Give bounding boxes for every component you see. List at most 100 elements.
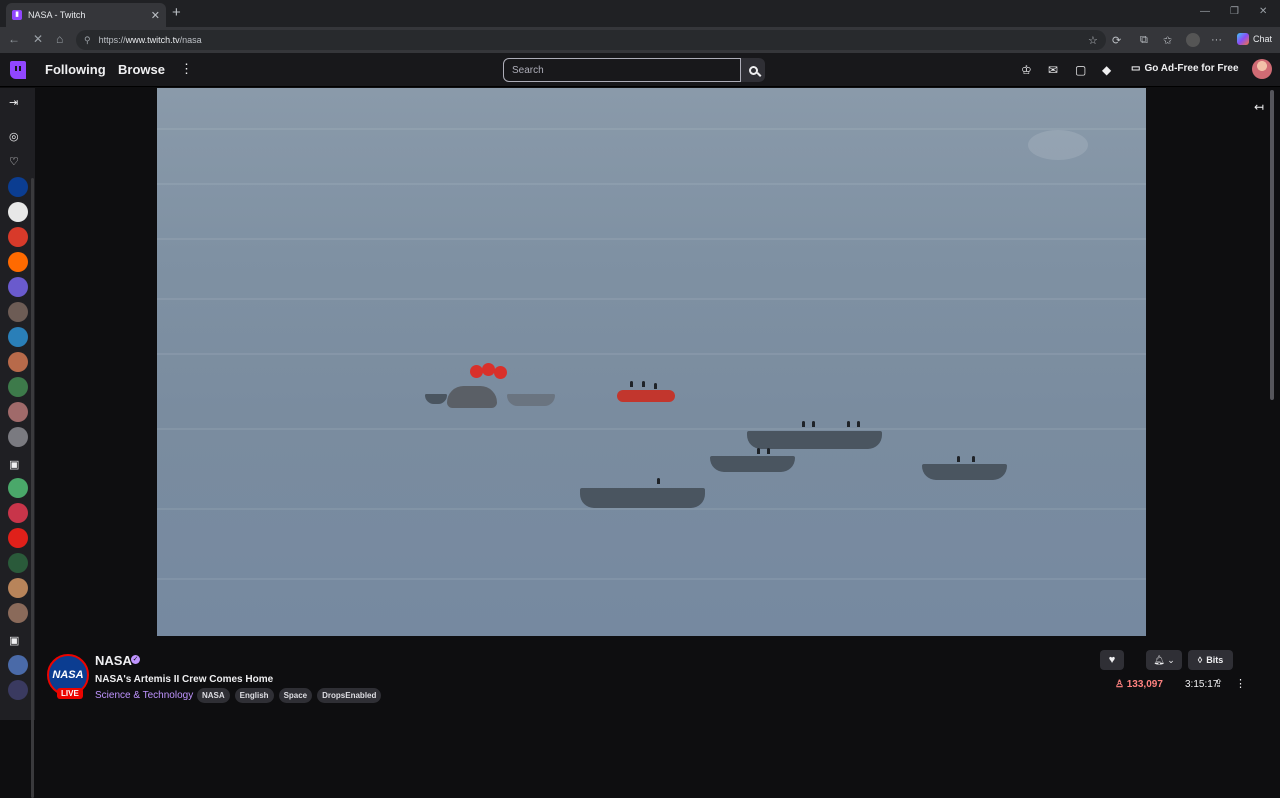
main-scrollbar[interactable] [1270,90,1274,400]
url-path: /nasa [179,35,202,45]
search-icon [748,65,758,75]
favorites-icon[interactable]: ✩ [1163,34,1172,47]
recommended-icon[interactable]: ◎ [9,130,19,143]
minimize-icon[interactable]: — [1200,6,1210,17]
twitch-favicon-icon: ▮ [12,10,22,20]
nasa-watermark [1028,130,1088,160]
url-prefix: https:// [98,35,126,45]
channel-avatar[interactable] [8,277,28,297]
search-placeholder: Search [512,64,544,76]
channel-avatar[interactable] [8,578,28,598]
channel-avatar[interactable] [8,352,28,372]
channel-avatar[interactable] [8,603,28,623]
home-icon[interactable]: ⌂ [56,32,63,46]
site-info-icon[interactable]: ⚲ [84,35,91,46]
twitch-top-nav: Following Browse ⋮ Search ♔ ✉ ▢ ◆ ▭ Go Ad… [0,53,1280,87]
collapse-chat-icon[interactable]: ↤ [1254,100,1264,114]
channel-avatar[interactable] [8,680,28,700]
recovery-boat [922,464,1007,480]
bits-diamond-icon[interactable]: ◆ [1102,63,1111,77]
channel-avatar[interactable] [8,478,28,498]
channel-avatar[interactable] [8,227,28,247]
channel-info-bar: NASA LIVE NASA ✓ NASA's Artemis II Crew … [35,640,1280,720]
chat-label: Chat [1252,34,1272,44]
copilot-icon [1236,33,1249,45]
viewer-count-value: 133,097 [1126,679,1163,690]
user-avatar[interactable] [1252,59,1272,79]
share-icon[interactable]: ⇪ [1214,677,1223,690]
copilot-chat-button[interactable]: Chat [1236,33,1272,45]
reload-icon[interactable]: ✕ [33,32,43,46]
refresh-extension-icon[interactable]: ⟳ [1112,34,1121,47]
more-menu-icon[interactable]: ⋮ [180,61,193,77]
channel-avatar[interactable] [8,553,28,573]
tag-pill[interactable]: English [234,688,274,703]
settings-more-icon[interactable]: ··· [1211,34,1222,46]
channel-avatar[interactable] [8,302,28,322]
recovery-raft [617,390,675,402]
video-camera-icon[interactable]: ▣ [9,458,19,471]
tag-pill[interactable]: NASA [197,688,230,703]
category-link[interactable]: Science & Technology [95,690,193,701]
tag-pill[interactable]: Space [278,688,313,703]
channel-avatar[interactable] [8,402,28,422]
viewer-person-icon: ♙ [1115,679,1127,690]
sidebar-scrollbar[interactable] [31,178,34,798]
video-player[interactable] [157,88,1146,636]
bits-button[interactable]: ◊ Bits [1188,650,1233,670]
search-button[interactable] [741,58,765,82]
channel-avatar[interactable] [8,377,28,397]
recovery-boat [710,456,795,472]
prime-crown-icon[interactable]: ♔ [1021,63,1032,77]
recovery-boat [580,488,705,508]
browser-tab-bar: ▮ NASA - Twitch ✕ + — ❐ ✕ [0,0,1280,27]
follow-heart-button[interactable]: ♥ [1100,650,1124,670]
whispers-icon[interactable]: ▢ [1075,63,1086,77]
channel-avatar[interactable] [8,177,28,197]
window-close-icon[interactable]: ✕ [1259,6,1267,17]
notifications-button[interactable]: 🔔︎ ⌄ [1146,650,1182,670]
restore-icon[interactable]: ❐ [1230,6,1239,17]
channel-avatar[interactable] [8,327,28,347]
video-camera-icon[interactable]: ▣ [9,634,19,647]
new-tab-button[interactable]: + [172,4,181,21]
channel-name[interactable]: NASA [95,653,132,668]
browser-tab[interactable]: ▮ NASA - Twitch ✕ [6,3,166,27]
recovery-boat [747,431,882,449]
channel-avatar[interactable] [8,655,28,675]
back-icon[interactable]: ← [8,32,20,46]
tab-close-icon[interactable]: ✕ [151,9,160,22]
tag-pill[interactable]: DropsEnabled [317,688,382,703]
stream-title: NASA's Artemis II Crew Comes Home [95,674,274,685]
search-input[interactable]: Search [503,58,741,82]
followed-heart-icon[interactable]: ♡ [9,155,19,168]
expand-sidebar-icon[interactable]: ⇥ [9,96,18,109]
channel-avatar[interactable] [8,252,28,272]
profile-icon[interactable] [1186,33,1200,47]
channel-avatar[interactable] [8,202,28,222]
channel-avatar[interactable] [8,503,28,523]
side-nav: ⇥ ◎ ♡ ▣ ▣ [0,88,35,798]
go-ad-free-button[interactable]: ▭ Go Ad-Free for Free [1131,63,1239,74]
more-options-icon[interactable]: ⋮ [1235,677,1246,690]
browse-link[interactable]: Browse [118,62,165,77]
bits-icon: ◊ [1197,655,1203,665]
tag-list: NASA English Space DropsEnabled [197,688,382,703]
viewer-count: ♙ 133,097 [1115,679,1163,690]
verified-icon: ✓ [131,655,140,664]
tab-title: NASA - Twitch [28,10,86,20]
ad-free-icon: ▭ [1131,63,1141,74]
url-host: www.twitch.tv [125,35,180,45]
address-toolbar: ← ✕ ⌂ ⚲ https://www.twitch.tv/nasa ☆ ⟳ ⧉… [0,27,1280,53]
favorite-star-icon[interactable]: ☆ [1088,34,1098,47]
channel-avatar[interactable] [8,528,28,548]
ad-free-label: Go Ad-Free for Free [1144,63,1239,74]
twitch-logo-icon[interactable] [10,61,26,79]
channel-avatar[interactable] [8,427,28,447]
bits-label: Bits [1206,655,1224,665]
inbox-icon[interactable]: ✉ [1048,63,1058,77]
extensions-icon[interactable]: ⧉ [1140,34,1148,47]
following-link[interactable]: Following [45,62,106,77]
address-bar[interactable]: ⚲ https://www.twitch.tv/nasa [76,30,1106,50]
live-badge: LIVE [57,688,83,699]
